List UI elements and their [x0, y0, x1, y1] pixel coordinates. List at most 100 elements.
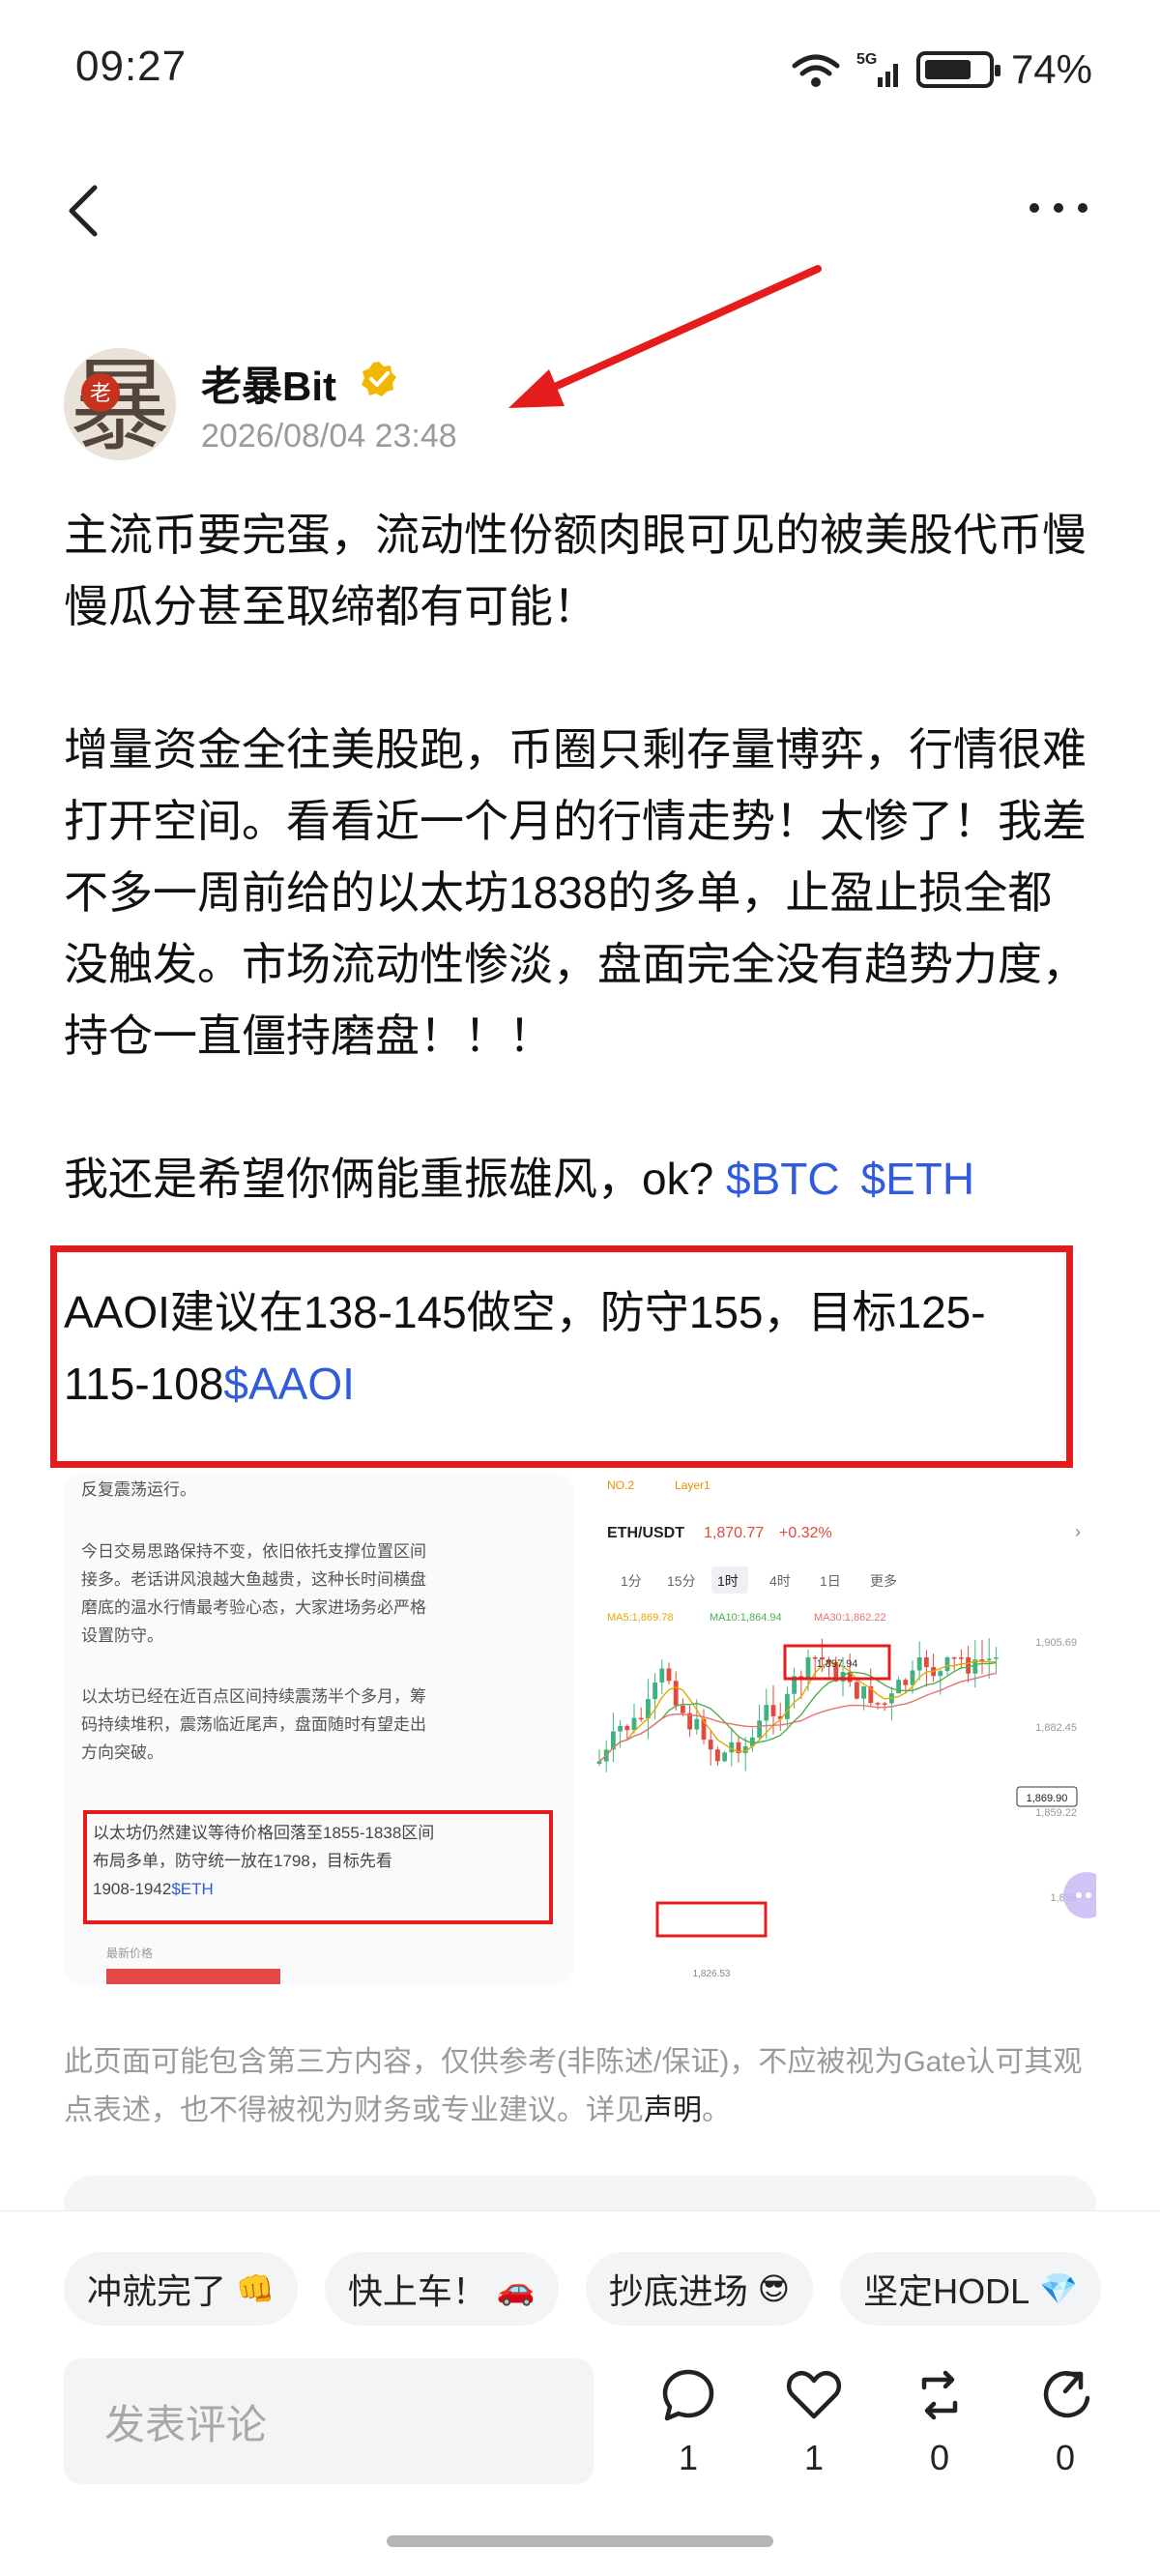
disclaimer: 此页面可能包含第三方内容，仅供参考(非陈述/保证)，不应被视为Gate认可其观点… — [64, 2038, 1088, 2135]
reaction-chips: 冲就完了 👊 快上车！ 🚗 抄底进场 😎 坚定HODL 💎 — [64, 2252, 1101, 2326]
chart-price: 1,870.77 — [704, 1525, 764, 1541]
comment-input[interactable]: 发表评论 — [64, 2358, 594, 2484]
avatar-seal-text: 老 — [90, 382, 111, 406]
bottom-bar: 冲就完了 👊 快上车！ 🚗 抄底进场 😎 坚定HODL 💎 发表评论 1 1 0 — [0, 2210, 1160, 2576]
reaction-chip-3[interactable]: 抄底进场 😎 — [585, 2252, 814, 2326]
reaction-chip-4[interactable]: 坚定HODL 💎 — [840, 2252, 1101, 2326]
candle-body — [596, 1761, 602, 1764]
image-left-footer: 最新价格 — [106, 1946, 153, 1960]
comment-icon — [662, 2369, 714, 2421]
chart-high-label: 1,897.94 — [817, 1658, 858, 1670]
candle-body — [938, 1671, 943, 1677]
image-left-boxed-2: 布局多单，防守统一放在1798，目标先看 — [93, 1852, 392, 1870]
candle-body — [916, 1657, 922, 1671]
chart-y-3: 1,859.22 — [1035, 1807, 1077, 1819]
candle-body — [979, 1659, 985, 1661]
candle-body — [805, 1657, 811, 1679]
comment-count: 1 — [678, 2438, 699, 2477]
annotation-arrow-icon — [508, 265, 822, 408]
like-button[interactable]: 1 — [775, 2366, 853, 2478]
image-left-boxed-3: 1908-1942$ETH — [93, 1880, 214, 1898]
post-highlight-paragraph: AAOI建议在138-145做空，防守155，目标125-115-108$AAO… — [64, 1276, 1069, 1420]
candle-body — [994, 1657, 999, 1659]
chart-pair: ETH/USDT — [607, 1525, 684, 1541]
chart-y-1: 1,905.69 — [1035, 1637, 1077, 1649]
post-timestamp: 2026/08/04 23:48 — [201, 418, 457, 454]
status-time: 09:27 — [75, 43, 188, 90]
wifi-icon — [789, 50, 843, 89]
battery-percent: 74% — [1010, 46, 1092, 92]
candle-body — [638, 1717, 644, 1720]
diamond-icon: 💎 — [1039, 2271, 1078, 2306]
post-body: 主流币要完蛋，流动性份额肉眼可见的被美股代币慢慢瓜分甚至取缔都有可能！ 增量资金… — [64, 499, 1088, 1286]
cellular-signal-icon: 5G — [856, 50, 903, 89]
share-button[interactable]: 0 — [1027, 2366, 1104, 2478]
car-icon: 🚗 — [496, 2271, 536, 2306]
home-indicator[interactable] — [387, 2535, 773, 2547]
reaction-chip-label: 抄底进场 — [608, 2271, 748, 2311]
image-left-line-8: 方向突破。 — [81, 1743, 163, 1762]
candle-body — [708, 1740, 713, 1750]
candle-body — [855, 1682, 859, 1699]
reaction-chip-2[interactable]: 快上车！ 🚗 — [324, 2252, 559, 2326]
image-left-line-4: 磨底的温水行情最考验心态，大家进场务必严格 — [81, 1598, 426, 1617]
chart-tab-2: 15分 — [667, 1573, 696, 1589]
candle-body — [673, 1681, 679, 1706]
candle-body — [715, 1749, 720, 1762]
like-count: 1 — [803, 2438, 825, 2477]
post-image-text-screenshot[interactable]: 反复震荡运行。 今日交易思路保持不变，依旧依托支撑位置区间 接多。老话讲风浪越大… — [64, 1474, 574, 1984]
chart-tab-1: 1分 — [621, 1573, 642, 1589]
candle-body — [722, 1752, 727, 1762]
tag-btc[interactable]: $BTC — [726, 1154, 840, 1204]
chart-top-label-2: Layer1 — [675, 1478, 710, 1492]
chart-arrow-icon: › — [1075, 1522, 1081, 1541]
chart-current-tag: 1,869.90 — [1027, 1793, 1068, 1804]
candle-body — [757, 1720, 762, 1738]
chart-change: +0.32% — [779, 1525, 832, 1541]
image-left-line-5: 设置防守。 — [81, 1626, 163, 1645]
candle-body — [618, 1725, 623, 1732]
reaction-chip-label: 快上车！ — [347, 2271, 487, 2311]
reaction-chip-label: 冲就完了 — [87, 2271, 227, 2311]
battery-cap — [994, 65, 1000, 76]
candle-body — [666, 1668, 672, 1682]
tag-eth[interactable]: $ETH — [861, 1154, 975, 1204]
battery-level — [924, 60, 971, 79]
post-image-chart-screenshot[interactable]: NO.2 Layer1 ETH/USDT 1,870.77 +0.32% › 1… — [586, 1474, 1096, 1984]
candle-body — [966, 1657, 971, 1674]
reaction-chip-1[interactable]: 冲就完了 👊 — [64, 2252, 298, 2326]
image-left-line-7: 码持续堆积，震荡临近尾声，盘面随时有望走出 — [81, 1715, 426, 1734]
candle-body — [986, 1658, 992, 1660]
tag-aaoi[interactable]: $AAOI — [223, 1359, 355, 1409]
repost-button[interactable]: 0 — [901, 2366, 978, 2478]
candle-body — [924, 1657, 929, 1668]
disclaimer-link[interactable]: 声明 — [644, 2094, 702, 2126]
fist-icon: 👊 — [236, 2271, 275, 2306]
image-left-line-2: 今日交易思路保持不变，依旧依托支撑位置区间 — [81, 1542, 426, 1561]
candle-body — [896, 1680, 901, 1694]
candle-body — [764, 1705, 769, 1721]
candle-body — [944, 1657, 950, 1672]
chart-ma-2: MA10:1,864.94 — [710, 1612, 782, 1624]
candle-body — [875, 1703, 881, 1705]
image-left-line-6: 以太坊已经在近百点区间持续震荡半个多月，筹 — [81, 1687, 426, 1706]
post-paragraph-1: 主流币要完蛋，流动性份额肉眼可见的被美股代币慢慢瓜分甚至取缔都有可能！ — [64, 510, 1087, 631]
author-name[interactable]: 老暴Bit — [201, 354, 336, 413]
share-count: 0 — [1055, 2438, 1076, 2477]
chart-low-label: 1,826.53 — [693, 1969, 731, 1979]
candle-body — [631, 1717, 637, 1731]
more-horizontal-icon[interactable] — [1025, 193, 1092, 222]
avatar[interactable]: 暴 老 — [64, 348, 176, 460]
image-left-boxed-tag: $ETH — [171, 1880, 213, 1898]
repost-count: 0 — [929, 2438, 950, 2477]
back-icon[interactable] — [60, 182, 108, 240]
comment-button[interactable]: 1 — [650, 2366, 727, 2478]
candle-body — [652, 1682, 657, 1700]
candle-body — [659, 1668, 665, 1683]
heart-icon — [786, 2371, 842, 2419]
chart-tab-4: 4时 — [769, 1573, 791, 1589]
chart-top-label: NO.2 — [607, 1478, 634, 1492]
candle-body — [959, 1657, 964, 1659]
avatar-calligraphy: 暴 — [70, 348, 170, 460]
chart-tab-6: 更多 — [870, 1573, 897, 1589]
